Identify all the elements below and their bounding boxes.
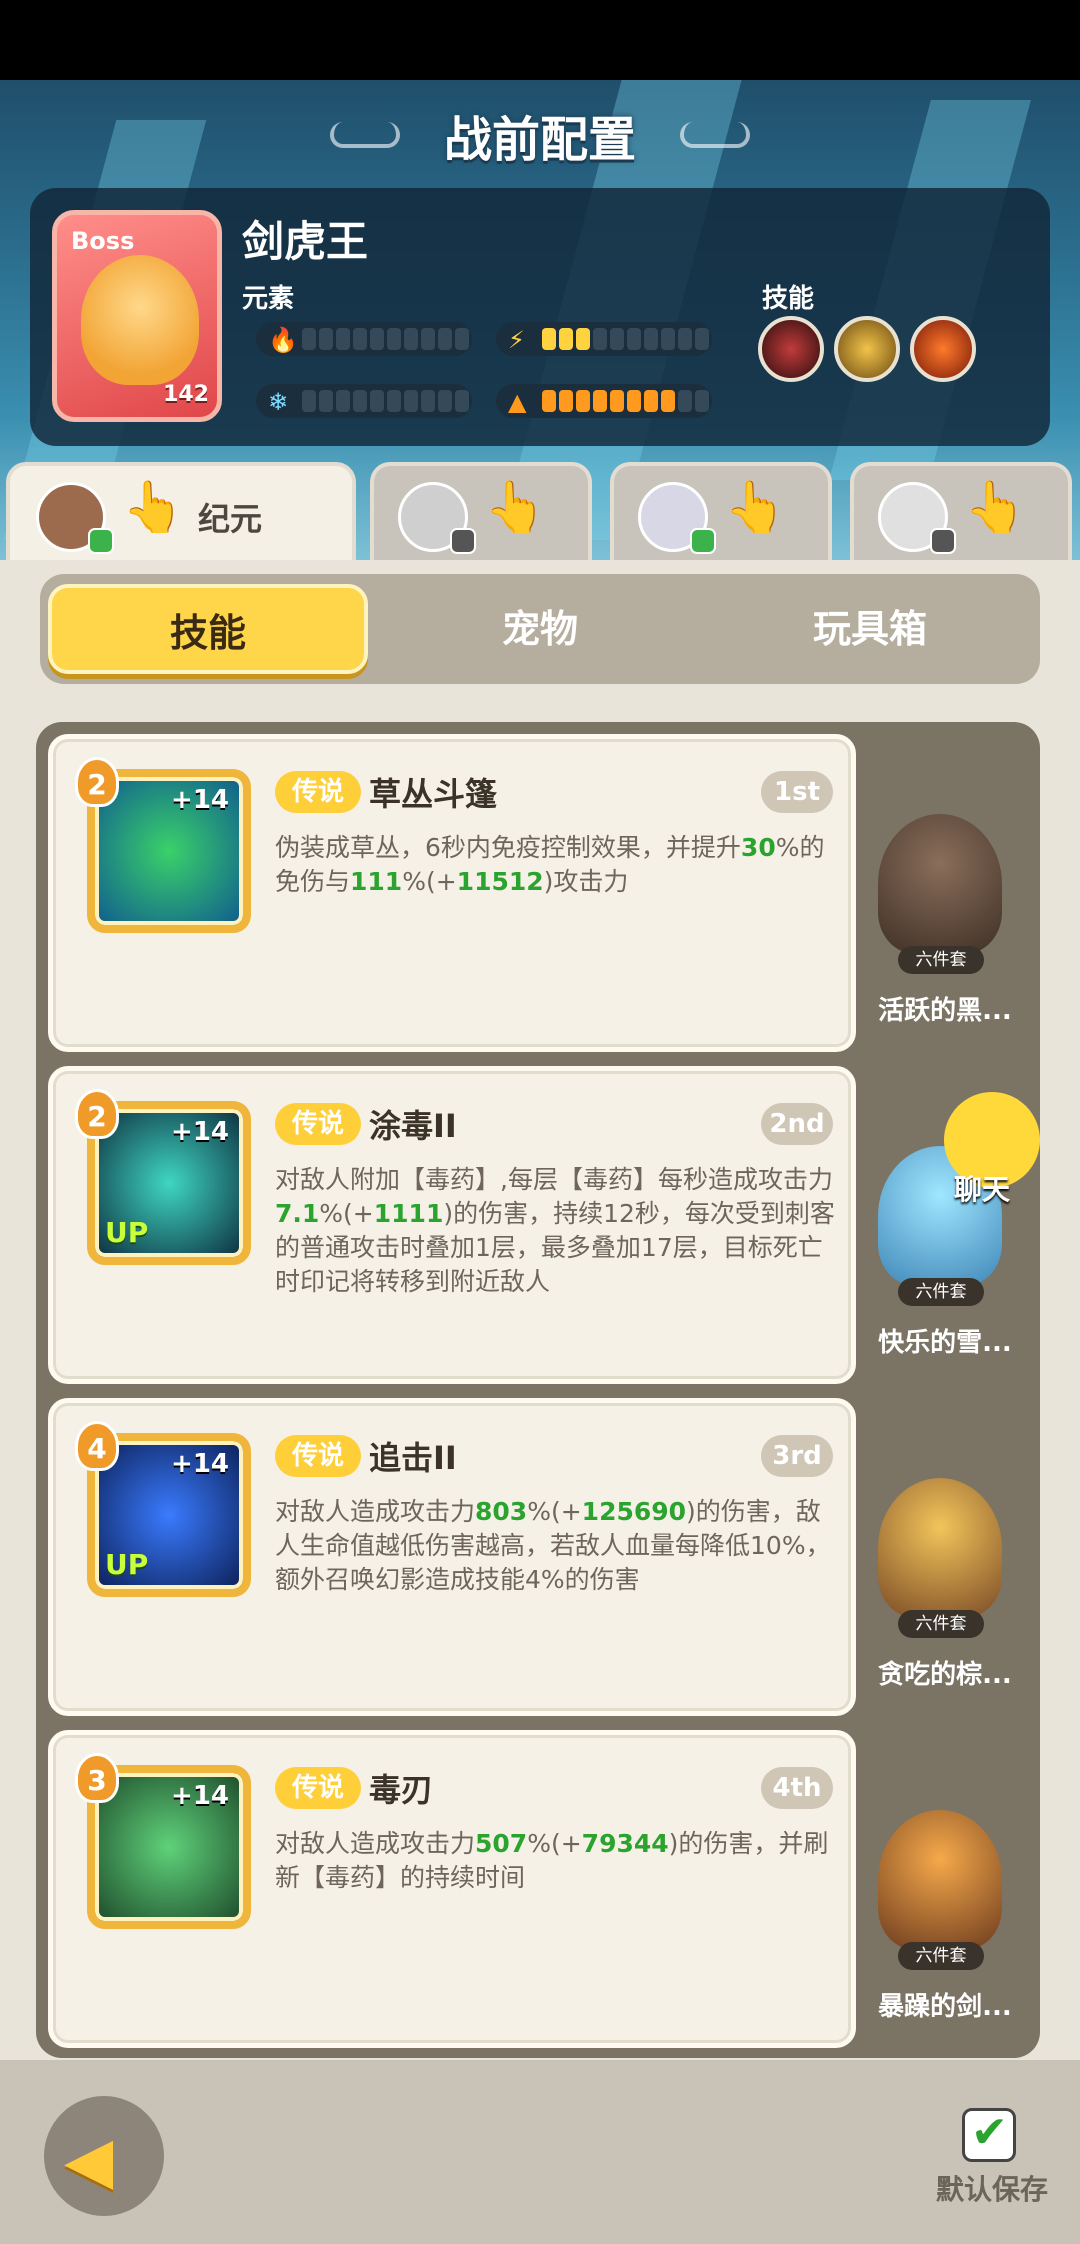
pet-card[interactable]: 六件套 贪吃的棕... [860, 1398, 1028, 1716]
claw-skill-icon[interactable] [834, 316, 900, 382]
skill-card[interactable]: +14 UP 4 传说 追击II 3rd 对敌人造成攻击力803%(+12569… [48, 1398, 856, 1716]
element-label: 元素 [242, 284, 295, 314]
mountain-icon: ▲ [508, 388, 527, 416]
tab-skills[interactable]: 技能 [48, 584, 368, 674]
back-button[interactable]: ◀ [44, 2096, 164, 2216]
character-tab-3[interactable]: 👆 [610, 462, 832, 562]
set-badge: 六件套 [898, 1278, 984, 1306]
offline-badge-icon [930, 528, 956, 554]
pet-name: 活跃的黑... [878, 996, 1012, 1026]
fire-icon: 🔥 [268, 326, 298, 354]
skill-rank: 3rd [761, 1435, 833, 1477]
sabertooth-icon [81, 255, 199, 385]
sabertooth-pet-icon [878, 1810, 1002, 1950]
tab-toybox[interactable]: 玩具箱 [710, 584, 1030, 674]
default-save-checkbox[interactable]: ✔ [962, 2107, 1016, 2162]
rarity-badge: 传说 [275, 1767, 361, 1809]
earth-element-bar: ▲ [496, 384, 712, 418]
skill-level-badge: 4 [75, 1421, 119, 1471]
character-tab-2[interactable]: 👆 [370, 462, 592, 562]
skill-rank: 1st [761, 771, 833, 813]
hand-icon: 👆 [484, 478, 547, 536]
skill-level-badge: 2 [75, 757, 119, 807]
online-badge-icon [88, 528, 114, 554]
skill-name: 毒刃 [369, 1771, 434, 1809]
pet-name: 暴躁的剑... [878, 1992, 1012, 2022]
rarity-badge: 传说 [275, 1103, 361, 1145]
chat-button-label[interactable]: 聊天 [954, 1168, 1010, 1208]
set-badge: 六件套 [898, 1610, 984, 1638]
skill-card[interactable]: +14 2 传说 草丛斗篷 1st 伪装成草丛，6秒内免疫控制效果，并提升30%… [48, 734, 856, 1052]
slash-skill-icon[interactable] [910, 316, 976, 382]
skill-description: 对敌人造成攻击力507%(+79344)的伤害，并刷新【毒药】的持续时间 [275, 1829, 829, 1892]
lightning-icon: ⚡ [508, 326, 525, 354]
skill-description: 伪装成草丛，6秒内免疫控制效果，并提升30%的免伤与111%(+11512)攻击… [275, 833, 825, 896]
skill-name: 涂毒II [369, 1107, 457, 1145]
skill-level-badge: 3 [75, 1753, 119, 1803]
page-title: 战前配置 [443, 112, 636, 168]
fire-element-bar: 🔥 [256, 322, 472, 356]
boss-portrait[interactable]: Boss 142 [52, 210, 222, 422]
ice-element-bar: ❄ [256, 384, 472, 418]
boss-level: 142 [163, 382, 209, 407]
hand-icon: 👆 [724, 478, 787, 536]
hand-icon: 👆 [964, 478, 1027, 536]
rarity-badge: 传说 [275, 771, 361, 813]
online-badge-icon [690, 528, 716, 554]
snowflake-icon: ❄ [268, 388, 289, 416]
offline-badge-icon [450, 528, 476, 554]
set-badge: 六件套 [898, 946, 984, 974]
upgrade-label: UP [105, 1216, 149, 1249]
skill-label: 技能 [762, 284, 815, 314]
boss-tag: Boss [71, 227, 135, 255]
character-tabs: 👆 纪元 👆 👆 👆 [0, 462, 1080, 562]
pet-name: 快乐的雪... [878, 1328, 1012, 1358]
upgrade-label: UP [105, 1548, 149, 1581]
pet-name: 贪吃的棕... [878, 1660, 1012, 1690]
skill-description: 对敌人附加【毒药】,每层【毒药】每秒造成攻击力7.1%(+1111)的伤害，持续… [275, 1165, 835, 1296]
pet-card[interactable]: 六件套 暴躁的剑... [860, 1730, 1028, 2048]
skill-card[interactable]: +14 UP 2 传说 涂毒II 2nd 对敌人附加【毒药】,每层【毒药】每秒造… [48, 1066, 856, 1384]
skill-name: 追击II [369, 1439, 457, 1477]
bee-bear-pet-icon [878, 1478, 1002, 1618]
boar-pet-icon [878, 814, 1002, 954]
set-badge: 六件套 [898, 1942, 984, 1970]
character-tab-1[interactable]: 👆 纪元 [6, 462, 356, 562]
segment-control: 技能 宠物 玩具箱 [40, 574, 1040, 684]
tab-pets[interactable]: 宠物 [380, 584, 700, 674]
character-tab-4[interactable]: 👆 [850, 462, 1072, 562]
boss-panel: Boss 142 剑虎王 元素 技能 🔥 ⚡ ❄ ▲ [30, 188, 1050, 446]
skill-name: 草丛斗篷 [369, 775, 498, 813]
rarity-badge: 传说 [275, 1435, 361, 1477]
default-save-label: 默认保存 [936, 2173, 1049, 2206]
skill-level-badge: 2 [75, 1089, 119, 1139]
lightning-element-bar: ⚡ [496, 322, 712, 356]
skill-description: 对敌人造成攻击力803%(+125690)的伤害，敌人生命值越低伤害越高，若敌人… [275, 1497, 831, 1594]
skill-rank: 2nd [761, 1103, 833, 1145]
skill-rank: 4th [761, 1767, 833, 1809]
status-bar [0, 0, 1080, 80]
character-name: 纪元 [198, 500, 263, 538]
arrow-left-icon: ◀ [64, 2124, 114, 2198]
pet-card[interactable]: 六件套 活跃的黑... [860, 734, 1028, 1052]
boss-skill-icons [758, 316, 976, 382]
bite-skill-icon[interactable] [758, 316, 824, 382]
skill-card[interactable]: +14 3 传说 毒刃 4th 对敌人造成攻击力507%(+79344)的伤害，… [48, 1730, 856, 2048]
hand-icon: 👆 [122, 478, 185, 536]
boss-name: 剑虎王 [242, 217, 369, 266]
checkmark-icon: ✔ [971, 2107, 1008, 2158]
